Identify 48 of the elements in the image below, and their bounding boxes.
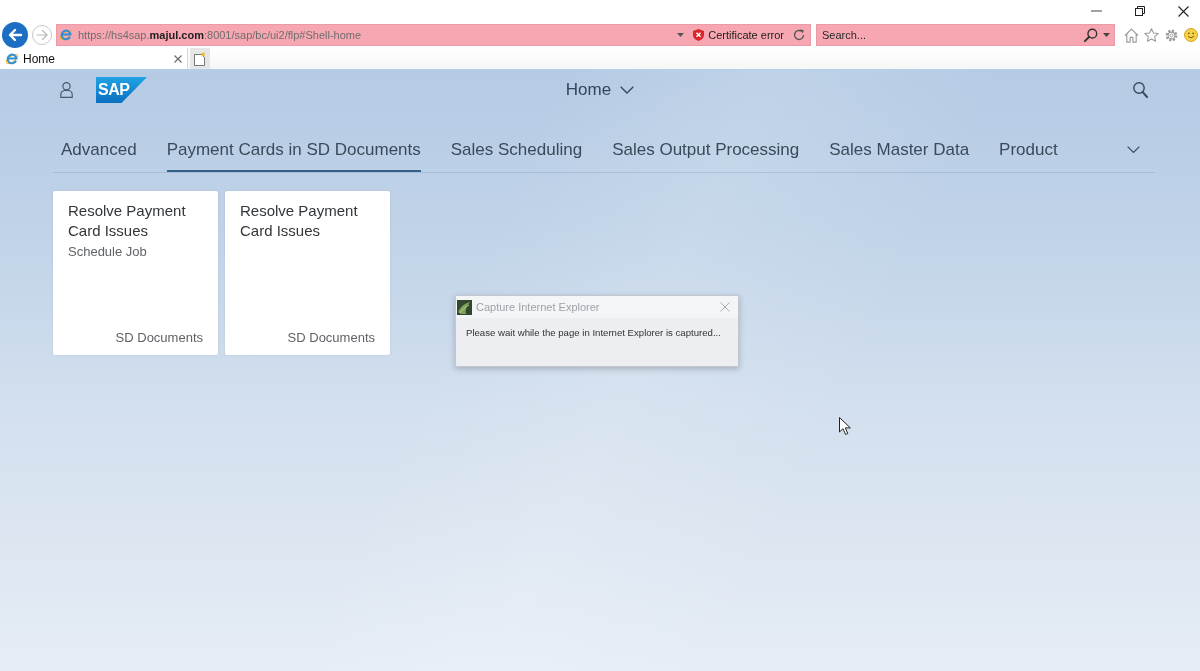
image-icon — [457, 299, 472, 315]
new-tab-button[interactable] — [190, 48, 210, 69]
tile-title: Resolve Payment Card Issues — [68, 201, 187, 241]
user-button[interactable] — [60, 82, 73, 98]
dialog-message: Please wait while the page in Internet Explorer is captured... — [465, 326, 722, 338]
search-field[interactable]: Search... — [816, 24, 1115, 46]
group-tab[interactable]: Product — [999, 128, 1058, 172]
browser-tab[interactable]: Home — [0, 48, 188, 69]
group-tab[interactable]: Sales Master Data — [829, 128, 970, 172]
caret-icon[interactable] — [1103, 33, 1110, 37]
user-icon — [60, 82, 73, 98]
app-tile[interactable]: Resolve Payment Card Issues SD Documents — [225, 191, 390, 355]
dialog-title: Capture Internet Explorer — [476, 301, 601, 313]
left-arrow-icon — [7, 28, 23, 42]
tile-subtitle: Schedule Job — [68, 243, 148, 261]
group-tab[interactable]: Advanced — [61, 128, 137, 172]
tile-title: Resolve Payment Card Issues — [240, 201, 359, 241]
tab-label: Home — [23, 51, 56, 66]
e-logo-icon — [59, 28, 73, 42]
url-field[interactable]: https://hs4sap.majul.com:8001/sap/bc/ui2/flp#Shell-home — [78, 25, 673, 45]
certificate-error-button[interactable]: Certificate error — [693, 25, 784, 45]
refresh-icon[interactable] — [793, 29, 805, 41]
tile-footer: SD Documents — [68, 329, 203, 347]
chevron-down-icon — [1126, 145, 1140, 153]
search-icon — [1133, 82, 1148, 98]
smiley-icon[interactable] — [1184, 28, 1198, 42]
e-logo-icon — [5, 51, 19, 66]
star-icon[interactable] — [1144, 27, 1159, 43]
restore-icon[interactable] — [1135, 6, 1145, 16]
error-shield-icon — [693, 29, 705, 41]
group-tab[interactable]: Sales Scheduling — [450, 128, 583, 172]
new-page-icon — [194, 51, 206, 66]
caret-icon[interactable] — [677, 33, 685, 37]
home-menu-button[interactable]: Home — [565, 80, 635, 100]
mouse-pointer-icon — [839, 417, 851, 435]
search-icon[interactable] — [1084, 28, 1098, 42]
right-arrow-icon — [36, 29, 48, 41]
group-tab[interactable]: Payment Cards in SD Documents — [166, 128, 421, 172]
app-tile[interactable]: Resolve Payment Card Issues Schedule Job SD Documents — [53, 191, 218, 355]
logo: SAP — [96, 77, 147, 103]
home-icon[interactable] — [1124, 27, 1139, 43]
close-icon[interactable] — [1178, 5, 1189, 17]
search-button[interactable] — [1133, 82, 1148, 98]
back-button[interactable] — [2, 22, 28, 48]
chevron-down-icon — [620, 86, 635, 94]
gear-icon[interactable] — [1164, 27, 1179, 43]
group-tab[interactable]: Sales Output Processing — [612, 128, 800, 172]
tile-footer: SD Documents — [240, 329, 375, 347]
